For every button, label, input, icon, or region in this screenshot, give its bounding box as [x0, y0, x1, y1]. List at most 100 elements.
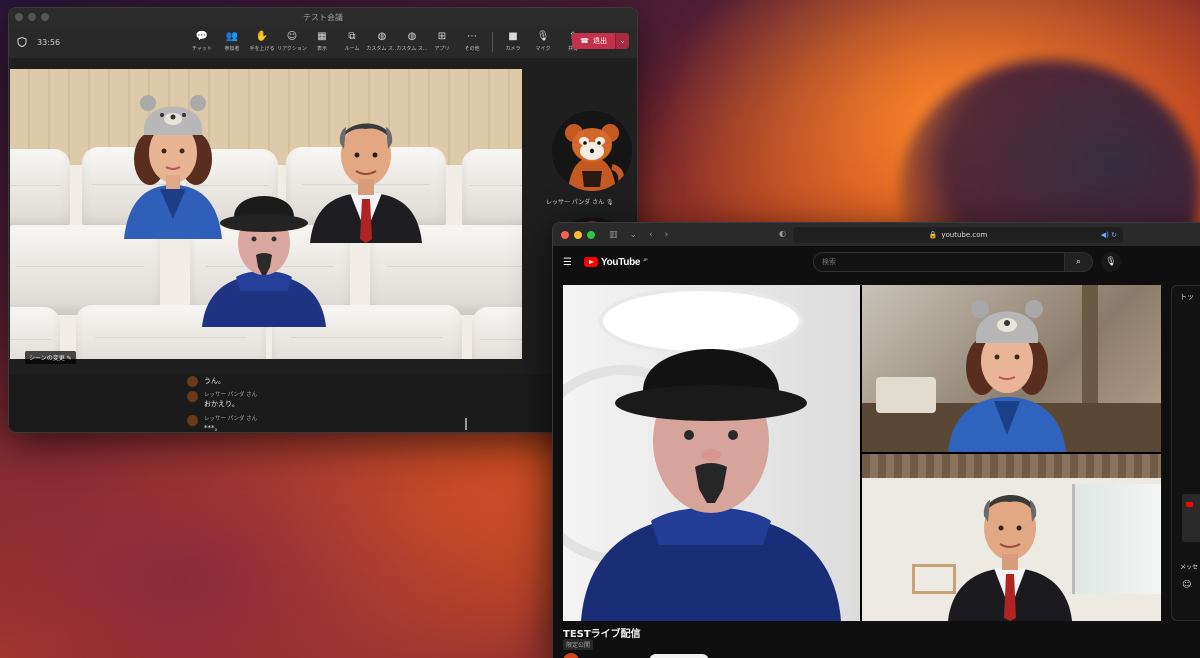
apps-icon: ⊞ [437, 30, 447, 42]
sender-avatar [187, 415, 198, 426]
toolbar-view[interactable]: ▦ 表示 [309, 29, 335, 55]
chat-thumbnail [1182, 494, 1200, 542]
toolbar-mic[interactable]: 🎙 マイク [530, 29, 556, 55]
toolbar-custom-scene-2[interactable]: ◍ カスタム ス... [396, 29, 427, 55]
voice-search-button[interactable]: 🎙 [1101, 252, 1121, 272]
youtube-play-icon [583, 257, 598, 267]
view-icon: ▦ [317, 30, 327, 42]
change-scene-button[interactable]: シーンの変更 ✎ [25, 351, 76, 364]
reload-icon[interactable]: ◀) ↻ [1101, 231, 1117, 239]
mic-icon: 🎙 [1105, 257, 1117, 267]
privacy-shield-icon[interactable]: ◐ [779, 229, 786, 238]
video-pane-bucket-hat [563, 285, 860, 621]
avatar-man-bucket-hat [202, 196, 326, 327]
toolbar-apps[interactable]: ⊞ アプリ [429, 29, 455, 55]
close-window-button[interactable] [561, 230, 569, 239]
text-cursor [465, 418, 467, 430]
sidebar-toggle-icon[interactable]: ▥ [609, 230, 618, 240]
participant-tile-red-panda[interactable] [552, 111, 632, 191]
zoom-window-button[interactable] [587, 230, 595, 239]
avatar-man-bucket-hat [581, 349, 841, 621]
emoji-icon[interactable]: ☺ [1182, 580, 1191, 590]
mic-icon: 🎙 [536, 30, 550, 42]
youtube-logo[interactable]: YouTube JP [583, 257, 648, 268]
teams-titlebar[interactable]: テスト会議 [9, 8, 637, 26]
sender-avatar [187, 391, 198, 402]
toolbar-raise-hand[interactable]: ✋ 手を上げる [249, 29, 275, 55]
toolbar-custom-scene-1[interactable]: ◍ カスタム ス... [366, 29, 397, 55]
lock-icon: 🔒 [928, 231, 938, 239]
back-icon[interactable]: ‹ [649, 230, 653, 240]
chat-icon: 💬 [195, 30, 209, 42]
chat-message: レッサー パンダ さん おかえり。 [187, 390, 257, 409]
window-wall [1072, 484, 1161, 594]
zoom-window-button[interactable] [41, 13, 49, 21]
toolbar-rooms[interactable]: ⧉ ルーム [339, 29, 365, 55]
chevron-down-icon[interactable]: ⌄ [630, 230, 638, 240]
toolbar-participants[interactable]: 👥 参加者 [219, 29, 245, 55]
toolbar-separator [492, 32, 493, 52]
leave-meeting-control: ☎ 退出 ⌄ [572, 33, 629, 49]
leave-button[interactable]: ☎ 退出 [572, 33, 615, 49]
meeting-chat: うん。 レッサー パンダ さん おかえり。 レッサー パンダ さん ***。 [9, 374, 637, 432]
toolbar-reactions[interactable]: ☺ リアクション [277, 29, 307, 55]
red-panda-avatar [552, 111, 632, 191]
sender-avatar [187, 376, 198, 387]
safari-toolbar: ▥ ⌄ ‹ › ◐ 🔒 youtube.com ◀) ↻ [553, 223, 1200, 247]
search-icon: ⌕ [1075, 257, 1082, 267]
meeting-timer: 33:56 [37, 37, 61, 47]
globe-icon: ◍ [377, 30, 387, 42]
leave-options-button[interactable]: ⌄ [615, 33, 629, 49]
together-mode-stage [10, 69, 522, 359]
reaction-icon: ☺ [286, 30, 298, 42]
youtube-play-icon [1186, 502, 1193, 507]
close-window-button[interactable] [15, 13, 23, 21]
search-input[interactable] [813, 252, 1065, 272]
toolbar-camera[interactable]: ■ カメラ [500, 29, 526, 55]
safari-nav-controls: ▥ ⌄ ‹ › [609, 230, 668, 240]
wood-ceiling [862, 454, 1161, 478]
toolbar-more[interactable]: ⋯ その他 [459, 29, 485, 55]
window-controls [561, 230, 595, 239]
shield-icon [17, 37, 27, 47]
minimize-window-button[interactable] [28, 13, 36, 21]
toolbar-actions: 💬 チャット 👥 参加者 ✋ 手を上げる ☺ リアクション ▦ 表示 ⧉ ルーム [189, 29, 586, 55]
search-button[interactable]: ⌕ [1065, 252, 1093, 272]
safari-window: ▥ ⌄ ‹ › ◐ 🔒 youtube.com ◀) ↻ ☰ YouTube J… [552, 222, 1200, 658]
forward-icon[interactable]: › [665, 230, 669, 240]
window-title: テスト会議 [303, 12, 343, 22]
youtube-header: ☰ YouTube JP ⌕ 🎙 [553, 247, 1200, 277]
pencil-icon: ✎ [66, 355, 72, 362]
toolbar-chat[interactable]: 💬 チャット [189, 29, 215, 55]
avatar-woman-bear-hat [948, 300, 1066, 452]
teams-meeting-window: テスト会議 33:56 💬 チャット 👥 参加者 ✋ 手を上げる ☺ リアクショ… [8, 7, 638, 433]
auditorium-seat [472, 307, 522, 359]
subscribe-button[interactable] [649, 654, 709, 658]
address-bar[interactable]: 🔒 youtube.com ◀) ↻ [793, 227, 1123, 243]
rooms-icon: ⧉ [348, 30, 356, 42]
people-icon: 👥 [225, 30, 239, 42]
more-icon: ⋯ [467, 30, 477, 42]
meeting-toolbar: 33:56 💬 チャット 👥 参加者 ✋ 手を上げる ☺ リアクション ▦ 表示 [9, 26, 637, 58]
auditorium-seat [462, 149, 522, 229]
raise-hand-icon: ✋ [255, 30, 269, 42]
live-chat-panel: トッ メッセ ☺ [1171, 285, 1200, 621]
video-title: TESTライブ配信 [563, 629, 641, 640]
avatar-man-suit [948, 495, 1072, 621]
menu-icon[interactable]: ☰ [563, 257, 572, 268]
camera-icon: ■ [508, 30, 518, 42]
phone-hangup-icon: ☎ [580, 37, 589, 45]
window-controls [15, 13, 49, 21]
youtube-search: ⌕ [813, 252, 1093, 272]
chat-message: レッサー パンダ さん ***。 [187, 414, 257, 432]
visibility-badge: 限定公開 [563, 639, 594, 650]
minimize-window-button[interactable] [574, 230, 582, 239]
chat-message: うん。 [187, 375, 225, 387]
mic-muted-icon: 🎙 [606, 199, 614, 206]
video-player[interactable] [563, 285, 1161, 621]
chevron-down-icon: ⌄ [619, 37, 626, 45]
auditorium-seat [10, 149, 70, 229]
video-pane-suit [862, 454, 1161, 621]
globe-icon: ◍ [407, 30, 417, 42]
channel-avatar[interactable] [563, 653, 579, 658]
